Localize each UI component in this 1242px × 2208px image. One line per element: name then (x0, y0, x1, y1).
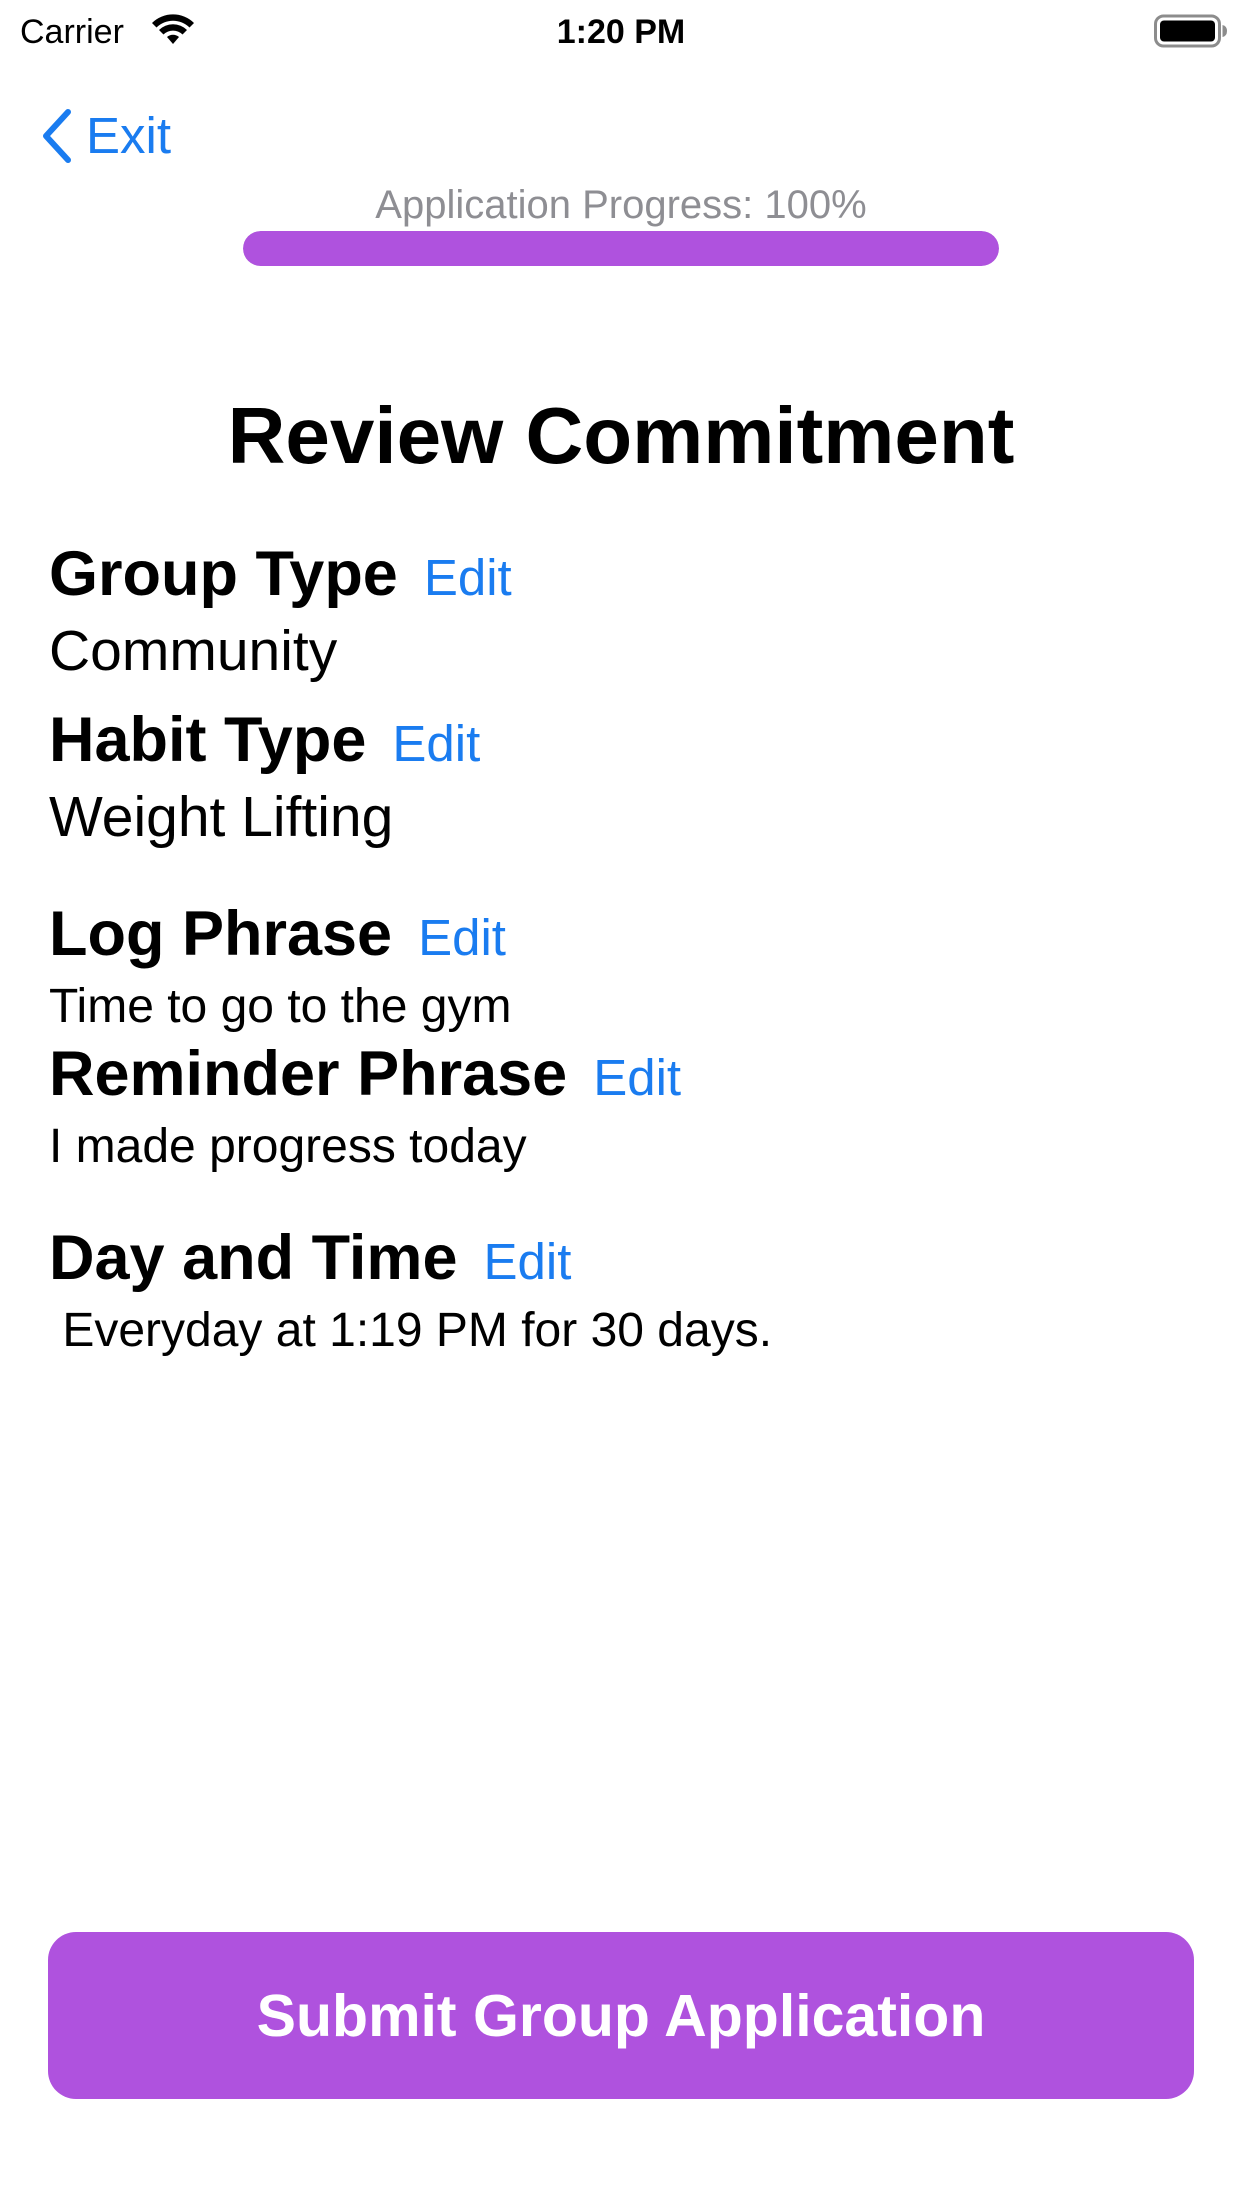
habit-type-section: Habit Type Edit Weight Lifting (49, 702, 480, 852)
status-bar: Carrier 1:20 PM (0, 0, 1242, 60)
group-type-value: Community (49, 619, 338, 683)
exit-button[interactable]: Exit (40, 106, 171, 166)
exit-label: Exit (86, 107, 172, 164)
chevron-left-icon (43, 109, 71, 163)
day-and-time-value: Everyday at 1:19 PM for 30 days. (49, 1304, 773, 1357)
application-progress-label: Application Progress: 100% (375, 183, 867, 227)
log-phrase-value: Time to go to the gym (49, 980, 512, 1033)
edit-group-type-button[interactable]: Edit (424, 540, 512, 616)
group-type-section: Group Type Edit Community (49, 536, 512, 686)
reminder-phrase-heading: Reminder Phrase (49, 1039, 568, 1109)
habit-type-heading: Habit Type (49, 705, 367, 775)
edit-day-and-time-button[interactable]: Edit (484, 1224, 572, 1300)
reminder-phrase-section: Reminder Phrase Edit I made progress tod… (49, 1036, 681, 1178)
habit-type-value: Weight Lifting (49, 785, 394, 849)
submit-group-application-button[interactable]: Submit Group Application (48, 1932, 1194, 2099)
page-title: Review Commitment (227, 391, 1015, 480)
review-commitment-screen: Carrier 1:20 PM Exit Application Progres… (0, 0, 1242, 2208)
reminder-phrase-value: I made progress today (49, 1120, 527, 1173)
application-progress-fill (243, 231, 999, 266)
group-type-heading: Group Type (49, 539, 398, 609)
edit-reminder-phrase-button[interactable]: Edit (593, 1040, 681, 1116)
edit-log-phrase-button[interactable]: Edit (418, 900, 506, 976)
log-phrase-section: Log Phrase Edit Time to go to the gym (49, 896, 511, 1038)
battery-full-icon (1154, 14, 1227, 48)
application-progress-bar (243, 231, 999, 266)
day-and-time-heading: Day and Time (49, 1223, 458, 1293)
day-and-time-section: Day and Time Edit Everyday at 1:19 PM fo… (49, 1220, 772, 1362)
edit-habit-type-button[interactable]: Edit (392, 706, 480, 782)
log-phrase-heading: Log Phrase (49, 899, 393, 969)
status-time: 1:20 PM (556, 13, 686, 51)
